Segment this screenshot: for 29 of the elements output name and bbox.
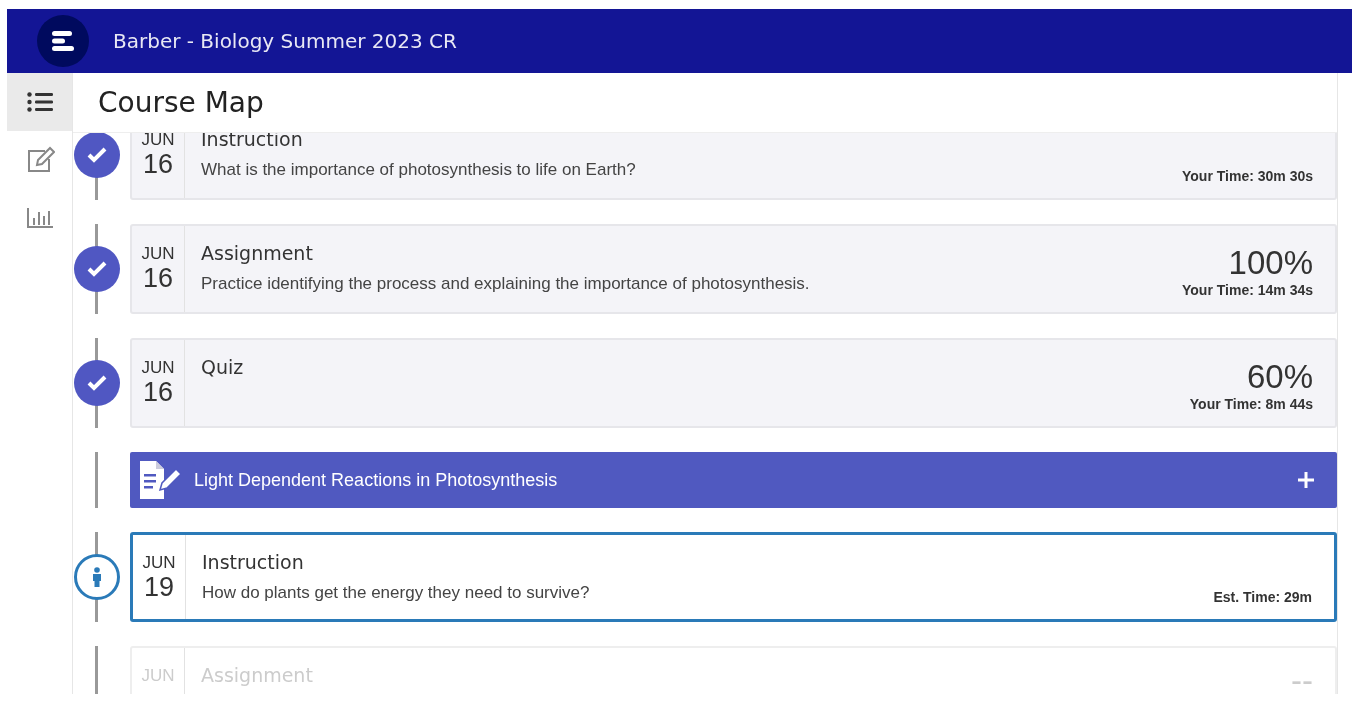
date-day: 16 — [142, 264, 173, 294]
time-text: Your Time: 14m 34s — [1182, 282, 1313, 298]
course-title: Barber - Biology Summer 2023 CR — [113, 29, 457, 53]
date-month: JUN — [141, 244, 175, 264]
plus-icon — [1297, 471, 1315, 489]
activity-card[interactable]: JUN 16 Quiz 60% Your Time: 8m 44s — [130, 338, 1337, 428]
logo-icon[interactable] — [37, 15, 89, 67]
score-text: 60% — [1246, 358, 1313, 396]
activity-card[interactable]: JUN 16 Assignment Practice identifying the process and explaining the importance of photosynthesis. 100% Your Time: 14m 34s — [130, 224, 1337, 314]
score-text: -- — [1291, 662, 1313, 694]
time-text: Est. Time: 29m — [1213, 589, 1312, 605]
activity-description: How do plants get the energy they need to survive? — [202, 583, 591, 603]
score-text: 100% — [1228, 244, 1313, 282]
date-day: 16 — [142, 150, 173, 180]
time-text: Your Time: 30m 30s — [1182, 168, 1313, 184]
list-icon[interactable] — [7, 73, 72, 131]
time-text: Your Time: 8m 44s — [1189, 396, 1313, 412]
activity-card[interactable]: JUN 19 Instruction How do plants get the energy they need to survive? Est. Time: 29m — [130, 532, 1337, 622]
date-day: 16 — [142, 378, 173, 408]
section-header[interactable]: Light Dependent Reactions in Photosynthesis — [130, 452, 1337, 508]
date-month: JUN — [141, 133, 175, 150]
date-month: JUN — [142, 553, 176, 573]
date-month: JUN — [141, 358, 175, 378]
activity-title: Assignment — [201, 242, 314, 264]
date-day: 19 — [143, 573, 174, 603]
activity-title: Quiz — [201, 356, 245, 378]
activity-title: Instruction — [202, 551, 305, 573]
activity-description: What is the importance of photosynthesis to life on Earth? — [201, 160, 637, 180]
activity-description: Practice identifying the process and explaining the importance of photosynthesis. — [201, 274, 811, 294]
